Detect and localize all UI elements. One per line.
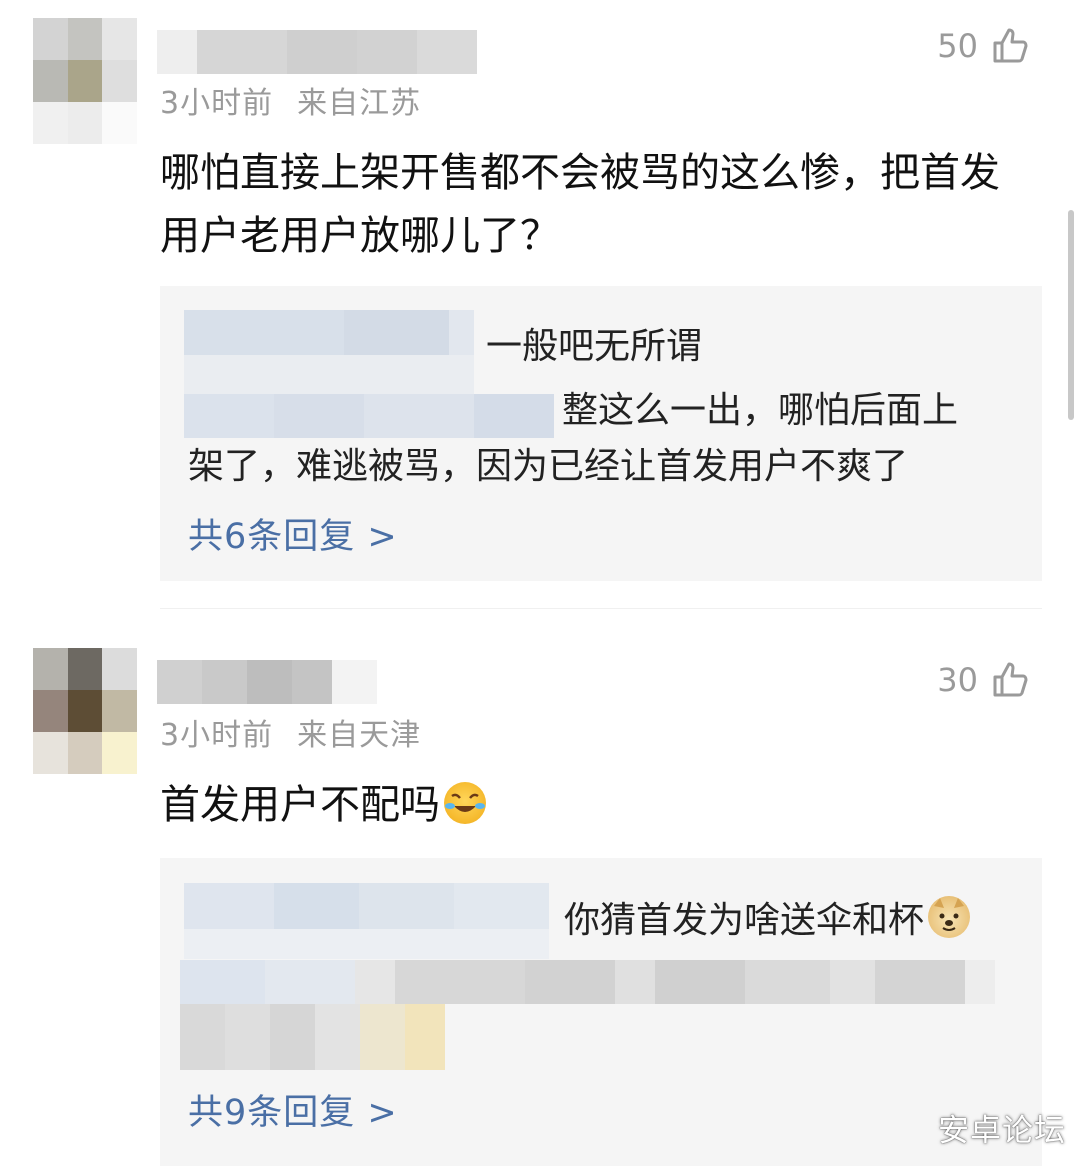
like-button[interactable]: 50 [937, 26, 1030, 66]
comment-2: 3小时前 来自天津 30 首发用户不配吗 你猜首发为啥送伞和杯 共9条回复 > [0, 630, 1080, 1166]
reply-content-blurred [180, 960, 995, 1004]
doge-emoji [928, 896, 971, 938]
comment-text: 哪怕直接上架开售都不会被骂的这么惨，把首发用户老用户放哪儿了？ [160, 150, 1000, 259]
username-blurred[interactable] [157, 30, 477, 74]
reply-box: 你猜首发为啥送伞和杯 共9条回复 > [160, 858, 1042, 1166]
reply-username-blurred-shadow [184, 355, 474, 395]
reply-text: 整这么一出，哪怕后面上 [562, 390, 959, 431]
like-button[interactable]: 30 [937, 660, 1030, 700]
reply-username-blurred[interactable] [184, 310, 474, 355]
more-replies-link[interactable]: 共6条回复 > [188, 508, 398, 559]
reply-username-blurred[interactable] [184, 883, 549, 929]
divider [160, 608, 1042, 609]
reply-text: 一般吧无所谓 [486, 326, 703, 367]
laughing-crying-emoji [444, 782, 486, 824]
reply-box: 一般吧无所谓 整这么一出，哪怕后面上 架了，难逃被骂，因为已经让首发用户不爽了 … [160, 286, 1042, 581]
reply-text: 架了，难逃被骂，因为已经让首发用户不爽了 [188, 446, 909, 487]
reply-text: 你猜首发为啥送伞和杯 [564, 892, 971, 949]
like-count: 50 [937, 27, 978, 65]
comment-meta: 3小时前 来自天津 [160, 710, 445, 754]
more-replies-link[interactable]: 共9条回复 > [188, 1084, 398, 1135]
avatar[interactable] [33, 18, 137, 144]
watermark: 安卓论坛 [938, 1113, 1066, 1149]
comment-text-content: 首发用户不配吗 [160, 782, 440, 828]
reply-username-blurred[interactable] [184, 394, 554, 438]
scrollbar[interactable] [1068, 210, 1074, 420]
location: 来自天津 [297, 718, 422, 753]
comment-1: 3小时前 来自江苏 50 哪怕直接上架开售都不会被骂的这么惨，把首发用户老用户放哪… [0, 0, 1080, 600]
comment-text: 首发用户不配吗 [160, 774, 1020, 837]
like-count: 30 [937, 661, 978, 699]
reply-username-blurred-shadow [184, 929, 549, 959]
reply-content-blurred [180, 1004, 445, 1070]
thumbs-up-icon [993, 662, 1028, 697]
avatar[interactable] [33, 648, 137, 774]
comment-meta: 3小时前 来自江苏 [160, 78, 445, 122]
location: 来自江苏 [297, 86, 422, 121]
timestamp: 3小时前 [160, 86, 274, 121]
thumbs-up-icon [993, 28, 1028, 63]
timestamp: 3小时前 [160, 718, 274, 753]
reply-text-content: 你猜首发为啥送伞和杯 [564, 900, 925, 941]
username-blurred[interactable] [157, 660, 377, 704]
